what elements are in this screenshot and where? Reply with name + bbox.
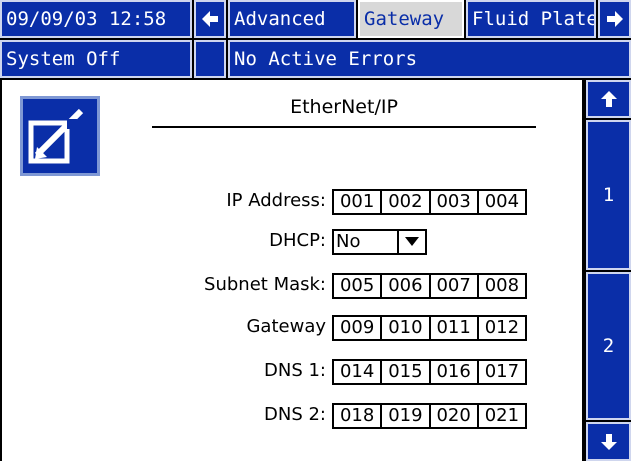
- gateway-label: Gateway: [246, 316, 326, 337]
- ip-address-row: IP Address: 001 002 003 004: [2, 186, 582, 216]
- subnet-mask-label: Subnet Mask:: [204, 274, 326, 295]
- dns1-field[interactable]: 014 015 016 017: [332, 359, 527, 385]
- gateway-octet-1[interactable]: 009: [334, 317, 383, 339]
- chevron-down-icon[interactable]: [397, 231, 425, 253]
- edit-pencil-icon[interactable]: [20, 96, 100, 176]
- dns2-row: DNS 2: 018 019 020 021: [2, 400, 582, 430]
- nav-left-button[interactable]: [194, 0, 226, 38]
- dns2-field[interactable]: 018 019 020 021: [332, 403, 527, 429]
- dns1-octet-3[interactable]: 016: [431, 361, 479, 383]
- subnet-octet-1[interactable]: 005: [334, 275, 383, 297]
- dns1-octet-2[interactable]: 015: [382, 361, 431, 383]
- ip-octet-1[interactable]: 001: [334, 191, 383, 213]
- dns2-octet-4[interactable]: 021: [479, 405, 525, 427]
- system-status: System Off: [0, 40, 192, 78]
- status-indicator: [194, 40, 226, 78]
- dns2-octet-1[interactable]: 018: [334, 405, 383, 427]
- subnet-mask-field[interactable]: 005 006 007 008: [332, 273, 527, 299]
- display-frame: 09/09/03 12:58 Advanced Gateway Fluid Pl…: [0, 0, 631, 461]
- scroll-up-button[interactable]: [586, 80, 631, 118]
- tab-advanced[interactable]: Advanced: [228, 0, 356, 38]
- subnet-octet-4[interactable]: 008: [479, 275, 525, 297]
- datetime-display: 09/09/03 12:58: [0, 0, 192, 38]
- gateway-octet-4[interactable]: 012: [479, 317, 525, 339]
- gateway-row: Gateway 009 010 011 012: [2, 312, 582, 342]
- dns2-octet-2[interactable]: 019: [382, 405, 431, 427]
- nav-right-button[interactable]: [598, 0, 631, 38]
- dns2-label: DNS 2:: [264, 404, 326, 425]
- gateway-field[interactable]: 009 010 011 012: [332, 315, 527, 341]
- dns1-octet-1[interactable]: 014: [334, 361, 383, 383]
- subnet-octet-3[interactable]: 007: [431, 275, 479, 297]
- arrow-left-icon: [202, 11, 218, 27]
- datetime-text: 09/09/03 12:58: [6, 7, 167, 30]
- error-status-text: No Active Errors: [234, 47, 418, 70]
- dns1-label: DNS 1:: [264, 360, 326, 381]
- tab-gateway-label: Gateway: [364, 7, 445, 30]
- arrow-down-icon: [600, 433, 617, 450]
- page-1-button[interactable]: 1: [586, 120, 631, 270]
- ip-octet-3[interactable]: 003: [431, 191, 479, 213]
- arrow-right-icon: [606, 11, 623, 27]
- page-2-label: 2: [602, 335, 615, 357]
- tab-gateway[interactable]: Gateway: [358, 0, 464, 38]
- page-1-label: 1: [602, 184, 615, 206]
- error-status: No Active Errors: [228, 40, 631, 78]
- dns2-octet-3[interactable]: 020: [431, 405, 479, 427]
- tab-advanced-label: Advanced: [234, 7, 326, 30]
- ip-octet-2[interactable]: 002: [382, 191, 431, 213]
- dns1-row: DNS 1: 014 015 016 017: [2, 356, 582, 386]
- dhcp-select[interactable]: No: [332, 229, 427, 255]
- dns1-octet-4[interactable]: 017: [479, 361, 525, 383]
- subnet-octet-2[interactable]: 006: [382, 275, 431, 297]
- content-panel: EtherNet/IP IP Address: 001 002 003 004 …: [2, 80, 582, 461]
- tab-fluid-plate-label: Fluid Plate: [472, 7, 596, 30]
- system-status-text: System Off: [6, 47, 121, 70]
- ip-address-field[interactable]: 001 002 003 004: [332, 189, 527, 215]
- ip-address-label: IP Address:: [226, 190, 326, 211]
- ip-octet-4[interactable]: 004: [479, 191, 525, 213]
- page-title: EtherNet/IP: [290, 96, 398, 118]
- tab-fluid-plate[interactable]: Fluid Plate: [466, 0, 596, 38]
- arrow-up-icon: [600, 91, 617, 107]
- scroll-down-button[interactable]: [586, 422, 631, 461]
- dhcp-value: No: [336, 231, 361, 252]
- title-divider: [152, 126, 536, 128]
- page-2-button[interactable]: 2: [586, 272, 631, 420]
- dhcp-label: DHCP:: [269, 230, 326, 251]
- gateway-octet-2[interactable]: 010: [382, 317, 431, 339]
- gateway-octet-3[interactable]: 011: [431, 317, 479, 339]
- subnet-mask-row: Subnet Mask: 005 006 007 008: [2, 270, 582, 300]
- dhcp-row: DHCP: No: [2, 226, 582, 256]
